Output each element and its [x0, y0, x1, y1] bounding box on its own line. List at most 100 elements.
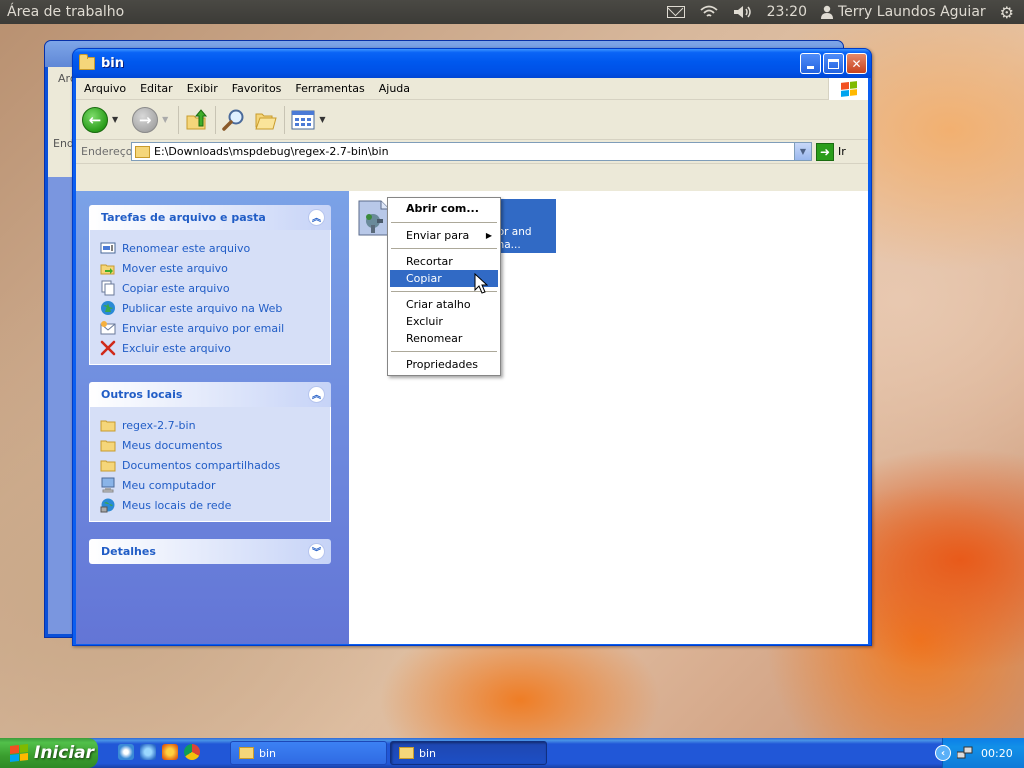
menu-arquivo[interactable]: Arquivo	[76, 82, 133, 95]
place-regex-bin-label: regex-2.7-bin	[122, 418, 196, 432]
menu-ajuda[interactable]: Ajuda	[372, 82, 417, 95]
ctx-properties[interactable]: Propriedades	[390, 356, 498, 373]
media-player-icon[interactable]	[162, 744, 178, 760]
views-dropdown-icon: ▼	[319, 115, 326, 124]
go-button[interactable]: ➜ Ir	[816, 142, 846, 161]
user-menu[interactable]: Terry Laundos Aguiar	[820, 4, 986, 20]
task-move[interactable]: Mover este arquivo	[100, 258, 330, 278]
collapse-chevron-icon[interactable]: ︽	[308, 209, 325, 226]
views-button[interactable]: ▼	[291, 109, 325, 131]
task-delete[interactable]: Excluir este arquivo	[100, 338, 330, 358]
back-button[interactable]: ← ▼	[82, 106, 118, 133]
mail-icon[interactable]	[666, 6, 685, 18]
toolbar-separator	[215, 105, 217, 134]
maximize-button[interactable]	[823, 53, 844, 74]
network-icon	[100, 498, 115, 513]
address-input[interactable]: E:\Downloads\mspdebug\regex-2.7-bin\bin …	[131, 142, 812, 161]
folder-icon	[79, 54, 95, 70]
quick-launch	[118, 744, 200, 760]
taskbar-button-bin-2[interactable]: bin	[390, 741, 547, 765]
task-email[interactable]: Enviar este arquivo por email	[100, 318, 330, 338]
panel-title: Área de trabalho	[7, 4, 125, 20]
ctx-send-to[interactable]: Enviar para ▶	[390, 227, 498, 244]
background-address-text: End	[53, 137, 74, 150]
volume-icon[interactable]	[733, 5, 753, 19]
close-button[interactable]: ✕	[846, 53, 867, 74]
file-tasks-list: Renomear este arquivo Mover este arquivo…	[89, 230, 331, 365]
menu-ferramentas[interactable]: Ferramentas	[288, 82, 371, 95]
place-regex-bin[interactable]: regex-2.7-bin	[100, 415, 330, 435]
other-places-list: regex-2.7-bin Meus documentos Documentos…	[89, 407, 331, 522]
minimize-button[interactable]	[800, 53, 821, 74]
top-panel: Área de trabalho 23:20 Terry Laundos Agu…	[0, 0, 1024, 24]
forward-dropdown-icon[interactable]: ▼	[162, 115, 168, 124]
taskbar: Iniciar bin bin ‹ 00:20	[0, 738, 1024, 768]
move-icon	[100, 264, 115, 275]
place-my-documents[interactable]: Meus documentos	[100, 435, 330, 455]
ctx-create-shortcut[interactable]: Criar atalho	[390, 296, 498, 313]
menu-favoritos[interactable]: Favoritos	[225, 82, 289, 95]
address-bar: Endereço E:\Downloads\mspdebug\regex-2.7…	[76, 140, 868, 164]
place-network-label: Meus locais de rede	[122, 498, 232, 512]
ctx-separator	[391, 248, 497, 249]
task-rename[interactable]: Renomear este arquivo	[100, 238, 330, 258]
forward-arrow-icon: →	[132, 106, 159, 133]
back-dropdown-icon[interactable]: ▼	[112, 115, 118, 124]
taskbar-clock[interactable]: 00:20	[981, 747, 1013, 760]
internet-explorer-icon[interactable]	[140, 744, 156, 760]
window-controls: ✕	[800, 53, 867, 74]
network-status-icon[interactable]	[957, 746, 973, 760]
collapse-chevron-icon[interactable]: ︽	[308, 386, 325, 403]
ctx-send-to-label: Enviar para	[406, 229, 470, 242]
task-publish-web[interactable]: Publicar este arquivo na Web	[100, 298, 330, 318]
windows-flag-icon	[10, 744, 28, 762]
forward-button[interactable]: → ▼	[132, 106, 168, 133]
other-places-header[interactable]: Outros locais ︽	[89, 382, 331, 407]
email-icon	[100, 321, 116, 335]
ctx-rename[interactable]: Renomear	[390, 330, 498, 347]
details-header[interactable]: Detalhes ︾	[89, 539, 331, 564]
titlebar[interactable]: bin ✕	[73, 49, 871, 78]
tray-expand-icon[interactable]: ‹	[935, 745, 951, 761]
go-label: Ir	[838, 145, 846, 158]
gear-icon[interactable]: ⚙	[1000, 3, 1014, 22]
user-icon	[820, 5, 833, 19]
place-shared-documents[interactable]: Documentos compartilhados	[100, 455, 330, 475]
place-network[interactable]: Meus locais de rede	[100, 495, 330, 515]
chrome-icon[interactable]	[184, 744, 200, 760]
taskbar-button-bin-1[interactable]: bin	[230, 741, 387, 765]
task-delete-label: Excluir este arquivo	[122, 341, 231, 355]
file-tasks-header[interactable]: Tarefas de arquivo e pasta ︽	[89, 205, 331, 230]
expand-chevron-icon[interactable]: ︾	[308, 543, 325, 560]
toolbar-separator	[284, 105, 286, 134]
start-button[interactable]: Iniciar	[0, 738, 98, 768]
task-rename-label: Renomear este arquivo	[122, 241, 251, 255]
address-dropdown-icon[interactable]: ▼	[794, 143, 811, 160]
back-arrow-icon: ←	[82, 106, 108, 133]
maximize-icon	[828, 58, 839, 69]
panel-clock[interactable]: 23:20	[767, 4, 807, 20]
place-my-documents-label: Meus documentos	[122, 438, 223, 452]
wifi-icon[interactable]	[699, 5, 719, 19]
show-desktop-icon[interactable]	[118, 744, 134, 760]
menu-editar[interactable]: Editar	[133, 82, 180, 95]
place-my-computer[interactable]: Meu computador	[100, 475, 330, 495]
start-label: Iniciar	[34, 743, 95, 763]
ctx-cut[interactable]: Recortar	[390, 253, 498, 270]
details-panel: Detalhes ︾	[89, 539, 331, 564]
ctx-separator	[391, 222, 497, 223]
menu-exibir[interactable]: Exibir	[180, 82, 225, 95]
ctx-open-with[interactable]: Abrir com...	[390, 200, 498, 218]
window-title: bin	[101, 56, 125, 71]
task-copy[interactable]: Copiar este arquivo	[100, 278, 330, 298]
address-label: Endereço	[81, 145, 133, 158]
close-icon: ✕	[851, 56, 862, 71]
copy-icon	[101, 280, 115, 296]
folders-icon[interactable]	[254, 108, 278, 132]
taskbar-button-label: bin	[259, 746, 277, 760]
other-places-title: Outros locais	[101, 388, 183, 401]
search-icon[interactable]	[222, 108, 246, 132]
up-folder-icon[interactable]	[185, 108, 209, 132]
folder-icon	[100, 460, 116, 472]
ctx-delete[interactable]: Excluir	[390, 313, 498, 330]
